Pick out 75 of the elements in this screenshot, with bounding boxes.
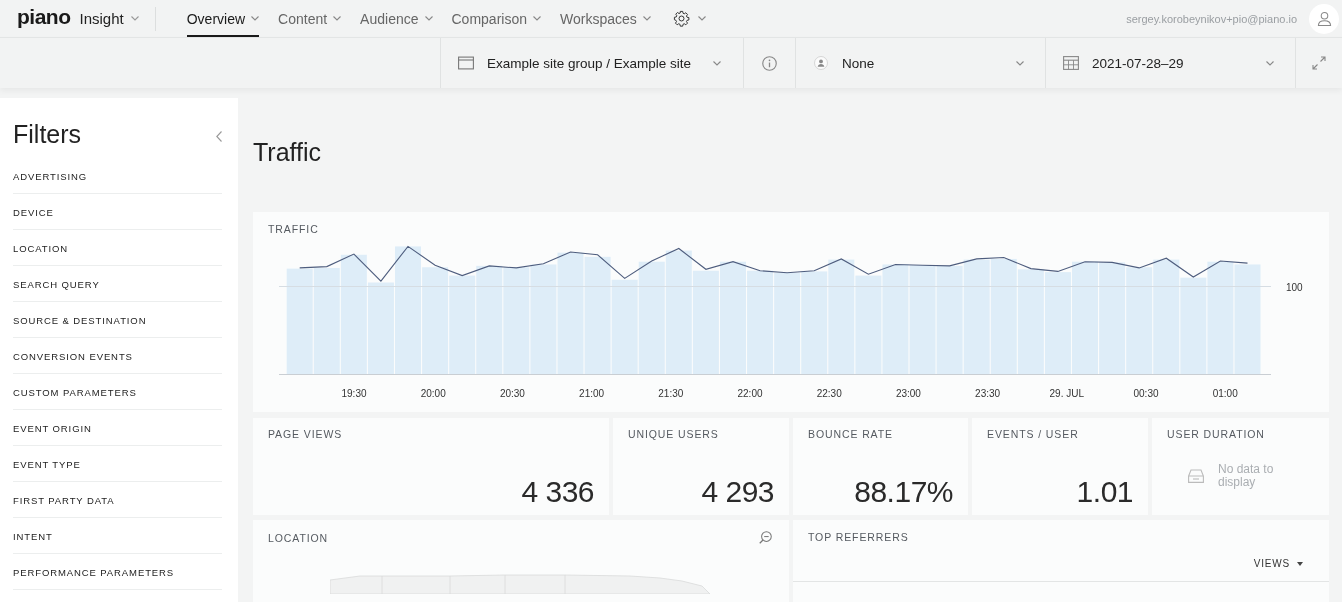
- product-switcher[interactable]: Insight: [79, 9, 139, 28]
- nav-tab[interactable]: Audience: [360, 0, 433, 37]
- filter-item[interactable]: EVENT TYPE: [13, 446, 222, 482]
- date-selector[interactable]: 2021-07-28–29: [1045, 38, 1295, 88]
- collapse-button[interactable]: [216, 130, 222, 142]
- axis-label: 01:00: [1212, 387, 1238, 399]
- axis-label: 100: [1286, 281, 1303, 293]
- user-email: sergey.korobeynikov+pio@piano.io: [1126, 12, 1297, 25]
- filters-title: Filters: [13, 119, 82, 149]
- filter-item[interactable]: CONVERSION EVENTS: [13, 338, 222, 374]
- card-title: TOP REFERRERS: [807, 531, 910, 543]
- person-icon: [1316, 11, 1332, 26]
- tray-icon: [1188, 469, 1204, 483]
- calendar-icon: [1063, 56, 1079, 70]
- filter-item[interactable]: PERFORMANCE PARAMETERS: [13, 554, 222, 590]
- sort-caret-icon: [1297, 562, 1303, 566]
- kpi-label: BOUNCE RATE: [808, 428, 893, 440]
- user-icon: [813, 56, 829, 70]
- kpi-label: EVENTS / USER: [987, 428, 1079, 440]
- filter-item[interactable]: CUSTOM PARAMETERS: [13, 374, 222, 410]
- caret-icon: [424, 16, 433, 21]
- window-icon: [458, 56, 474, 70]
- caret-icon: [713, 60, 721, 66]
- filter-item[interactable]: FIRST PARTY DATA: [13, 482, 222, 518]
- nav-tab[interactable]: Comparison: [451, 0, 541, 37]
- chevron-left-icon: [216, 130, 222, 142]
- kpi-value: 4 336: [521, 474, 594, 510]
- caret-icon: [1016, 60, 1024, 66]
- filter-item[interactable]: SOURCE & DESTINATION: [13, 302, 222, 338]
- filter-item[interactable]: ADVERTISING: [13, 158, 222, 194]
- caret-icon: [642, 16, 651, 21]
- sort-button[interactable]: VIEWS: [1253, 558, 1303, 570]
- caret-icon: [251, 16, 260, 21]
- axis-label: 20:30: [499, 387, 525, 399]
- axis-label: 29. JUL: [1049, 387, 1085, 399]
- axis-label: 23:00: [895, 387, 921, 399]
- site-selector[interactable]: Example site group / Example site: [440, 38, 743, 88]
- axis-label: 23:30: [975, 387, 1001, 399]
- axis-label: 00:30: [1133, 387, 1159, 399]
- filter-item[interactable]: DEVICE: [13, 194, 222, 230]
- zoom-out-button[interactable]: [759, 531, 772, 544]
- info-icon: [762, 55, 777, 71]
- kpi-label: USER DURATION: [1167, 428, 1265, 440]
- kpi-label: UNIQUE USERS: [628, 428, 719, 440]
- kpi-value: 88.17%: [854, 474, 953, 510]
- kpi-label: PAGE VIEWS: [268, 428, 343, 440]
- zoom-out-icon: [759, 531, 772, 544]
- axis-label: 21:00: [579, 387, 605, 399]
- caret-icon: [1266, 60, 1274, 66]
- filter-item[interactable]: SEARCH QUERY: [13, 266, 222, 302]
- kpi-value: 4 293: [701, 474, 774, 510]
- card-title: TRAFFIC: [268, 223, 319, 235]
- caret-icon: [697, 16, 706, 21]
- settings-icon: [672, 10, 690, 27]
- axis-label: 20:00: [420, 387, 446, 399]
- page-title: Traffic: [253, 137, 322, 167]
- axis-label: 21:30: [658, 387, 684, 399]
- avatar-button[interactable]: [1309, 3, 1339, 34]
- axis-label: 22:30: [816, 387, 842, 399]
- segment-selector[interactable]: None: [795, 38, 1045, 88]
- logo: piano: [17, 4, 71, 29]
- axis-label: 19:30: [341, 387, 367, 399]
- expand-icon: [1312, 56, 1326, 70]
- caret-icon: [333, 16, 342, 21]
- axis-label: 22:00: [737, 387, 763, 399]
- nav-tab[interactable]: Workspaces: [560, 0, 651, 37]
- card-title: LOCATION: [268, 531, 329, 544]
- filter-item[interactable]: LOCATION: [13, 230, 222, 266]
- nav-tab[interactable]: Content: [278, 0, 342, 37]
- empty-message: No data to display: [1218, 463, 1275, 489]
- caret-icon: [533, 16, 541, 21]
- caret-icon: [130, 16, 139, 21]
- filter-item[interactable]: INTENT: [13, 518, 222, 554]
- filter-item[interactable]: EVENT ORIGIN: [13, 410, 222, 446]
- kpi-value: 1.01: [1076, 474, 1133, 510]
